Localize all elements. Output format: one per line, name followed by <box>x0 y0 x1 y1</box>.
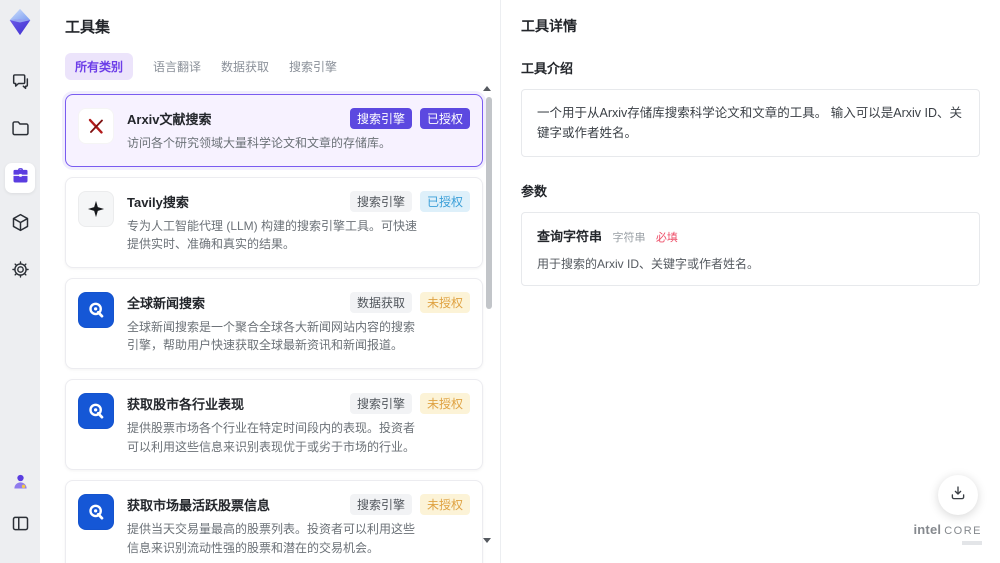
auth-status-badge: 未授权 <box>419 291 470 313</box>
core-logo-text: core <box>944 525 982 537</box>
folder-icon <box>10 118 31 144</box>
intel-logo-text: intel <box>913 522 942 537</box>
sidebar-item-tools[interactable] <box>5 163 35 193</box>
sidebar-nav <box>5 69 35 304</box>
user-avatar-icon <box>10 471 31 497</box>
category-badge: 搜索引擎 <box>349 494 412 516</box>
scrollbar-up-arrow[interactable] <box>483 86 491 91</box>
auth-status-badge: 未授权 <box>419 494 470 516</box>
tool-list-item[interactable]: Tavily搜索 专为人工智能代理 (LLM) 构建的搜索引擎工具。可快速提供实… <box>65 176 483 268</box>
parameter-card: 查询字符串 字符串 必填 用于搜索的Arxiv ID、关键字或作者姓名。 <box>521 212 980 286</box>
intro-heading: 工具介绍 <box>521 61 574 76</box>
app-logo <box>5 7 35 37</box>
sidebar-bottom <box>5 469 35 553</box>
sidebar <box>0 0 40 563</box>
category-badge: 搜索引擎 <box>349 108 412 129</box>
page-title: 工具集 <box>65 19 111 36</box>
params-heading: 参数 <box>521 184 548 199</box>
arxiv-chi-icon <box>78 108 114 144</box>
scrollbar-thumb[interactable] <box>486 97 492 309</box>
sidebar-item-models[interactable] <box>5 210 35 240</box>
parameter-description: 用于搜索的Arxiv ID、关键字或作者姓名。 <box>537 257 760 271</box>
parameter-header: 查询字符串 字符串 必填 <box>537 226 964 246</box>
tool-description: 全球新闻搜索是一个聚合全球各大新闻网站内容的搜索引擎，帮助用户快速获取全球最新资… <box>127 319 416 353</box>
auth-status-badge: 未授权 <box>419 392 470 414</box>
parameter-type: 字符串 <box>612 232 646 244</box>
news-globe-icon <box>78 392 114 429</box>
chat-icon <box>10 71 31 97</box>
parameter-name: 查询字符串 <box>537 229 603 244</box>
tool-badges: 搜索引擎 已授权 <box>349 190 470 212</box>
news-globe-icon <box>78 494 114 531</box>
sidebar-item-files[interactable] <box>5 116 35 146</box>
tool-intro-box: 一个用于从Arxiv存储库搜索科学论文和文章的工具。 输入可以是Arxiv ID… <box>521 89 980 157</box>
parameter-required-flag: 必填 <box>655 232 678 244</box>
tool-badges: 搜索引擎 未授权 <box>349 494 470 516</box>
tab-2[interactable]: 数据获取 <box>221 53 269 80</box>
tool-list-item[interactable]: 全球新闻搜索 全球新闻搜索是一个聚合全球各大新闻网站内容的搜索引擎，帮助用户快速… <box>65 277 483 369</box>
tool-description: 专为人工智能代理 (LLM) 构建的搜索引擎工具。可快速提供实时、准确和真实的结… <box>127 218 418 252</box>
news-globe-icon <box>78 291 114 328</box>
sidebar-item-profile[interactable] <box>5 469 35 499</box>
toolbox-icon <box>10 165 31 191</box>
tool-list-panel: 工具集 所有类别 语言翻译 数据获取 搜索引擎 Arxiv文献搜索 访问各个研究领域大… <box>40 0 500 563</box>
detail-title: 工具详情 <box>521 18 577 34</box>
tool-badges: 数据获取 未授权 <box>349 291 470 313</box>
sparkle-icon <box>78 190 114 227</box>
category-badge: 数据获取 <box>349 291 412 313</box>
intel-core-logo: intel core <box>913 522 982 545</box>
tool-badges: 搜索引擎 未授权 <box>349 392 470 414</box>
tab-3[interactable]: 搜索引擎 <box>289 53 337 80</box>
cube-icon <box>10 212 31 238</box>
sidebar-item-settings[interactable] <box>5 257 35 287</box>
tab-1[interactable]: 语言翻译 <box>153 53 201 80</box>
tab-0[interactable]: 所有类别 <box>65 53 134 80</box>
category-badge: 搜索引擎 <box>349 392 412 414</box>
category-tabs: 所有类别 语言翻译 数据获取 搜索引擎 <box>65 53 500 80</box>
auth-status-badge: 已授权 <box>419 108 470 129</box>
tool-badges: 搜索引擎 已授权 <box>349 108 470 129</box>
sidebar-item-collapse[interactable] <box>5 511 35 541</box>
tool-description: 提供当天交易量最高的股票列表。投资者可以利用这些信息来识别流动性强的股票和潜在的… <box>127 522 416 555</box>
tool-description: 提供股票市场各个行业在特定时间段内的表现。投资者可以利用这些信息来识别表现优于或… <box>127 420 416 454</box>
tool-detail-panel: 工具详情 工具介绍 一个用于从Arxiv存储库搜索科学论文和文章的工具。 输入可… <box>500 0 1000 563</box>
tool-list-item[interactable]: 获取市场最活跃股票信息 提供当天交易量最高的股票列表。投资者可以利用这些信息来识… <box>65 480 483 563</box>
tool-list-item[interactable]: 获取股市各行业表现 提供股票市场各个行业在特定时间段内的表现。投资者可以利用这些… <box>65 378 483 471</box>
app-window: 工具集 所有类别 语言翻译 数据获取 搜索引擎 Arxiv文献搜索 访问各个研究领域大… <box>0 0 1000 563</box>
panel-toggle-icon <box>10 513 31 539</box>
sidebar-item-chat[interactable] <box>5 69 35 99</box>
auth-status-badge: 已授权 <box>419 190 470 212</box>
tool-list-item[interactable]: Arxiv文献搜索 访问各个研究领域大量科学论文和文章的存储库。 搜索引擎 已授… <box>65 94 483 167</box>
logo-subtext-mark <box>962 541 982 545</box>
download-button[interactable] <box>938 475 978 515</box>
download-icon <box>949 484 967 507</box>
scrollbar-down-arrow[interactable] <box>483 538 491 543</box>
tool-description: 访问各个研究领域大量科学论文和文章的存储库。 <box>127 136 392 150</box>
tool-list: Arxiv文献搜索 访问各个研究领域大量科学论文和文章的存储库。 搜索引擎 已授… <box>65 94 483 563</box>
gear-icon <box>10 259 31 285</box>
category-badge: 搜索引擎 <box>349 190 412 212</box>
